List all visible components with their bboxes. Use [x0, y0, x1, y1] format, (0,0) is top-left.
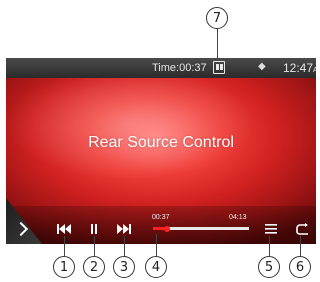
- callout-leader-5: [269, 236, 270, 256]
- page-title: Rear Source Control: [88, 134, 234, 151]
- pause-button[interactable]: [88, 222, 100, 236]
- callout-4: 4: [145, 256, 167, 278]
- callout-leader-4: [156, 234, 157, 256]
- elapsed-time: 00:37: [152, 214, 170, 221]
- clock-time: 12:47: [283, 61, 314, 75]
- total-time: 04:13: [229, 214, 247, 221]
- callout-5: 5: [258, 256, 280, 278]
- pause-icon: [91, 224, 97, 234]
- callout-leader-6: [300, 236, 301, 256]
- clock-suffix: AM: [313, 67, 316, 74]
- progress-bar[interactable]: [153, 225, 249, 232]
- repeat-icon: [296, 223, 308, 235]
- repeat-button[interactable]: [295, 222, 311, 236]
- callout-leader-3: [124, 236, 125, 256]
- rear-source-icon: [213, 61, 225, 74]
- callout-3: 3: [113, 256, 135, 278]
- callout-2: 2: [83, 256, 105, 278]
- list-icon: [265, 224, 277, 234]
- callout-leader-2: [94, 236, 95, 256]
- status-bar: Time:00:37 ◆ 12:47AM: [6, 58, 316, 78]
- clock: 12:47AM: [283, 61, 316, 75]
- callout-1: 1: [53, 256, 75, 278]
- callout-leader-1: [64, 236, 65, 256]
- bluetooth-icon: ◆: [258, 61, 266, 72]
- next-button[interactable]: [116, 222, 132, 236]
- progress-knob[interactable]: [164, 225, 171, 232]
- list-button[interactable]: [264, 222, 278, 236]
- playback-time-status: Time:00:37: [152, 62, 207, 74]
- rear-source-screen: Time:00:37 ◆ 12:47AM Rear Source Control…: [6, 58, 316, 244]
- callout-7: 7: [206, 7, 228, 29]
- skip-next-icon: [117, 224, 131, 234]
- skip-previous-icon: [57, 224, 71, 234]
- callout-6: 6: [289, 256, 311, 278]
- previous-button[interactable]: [56, 222, 72, 236]
- callout-leader-7: [217, 29, 218, 61]
